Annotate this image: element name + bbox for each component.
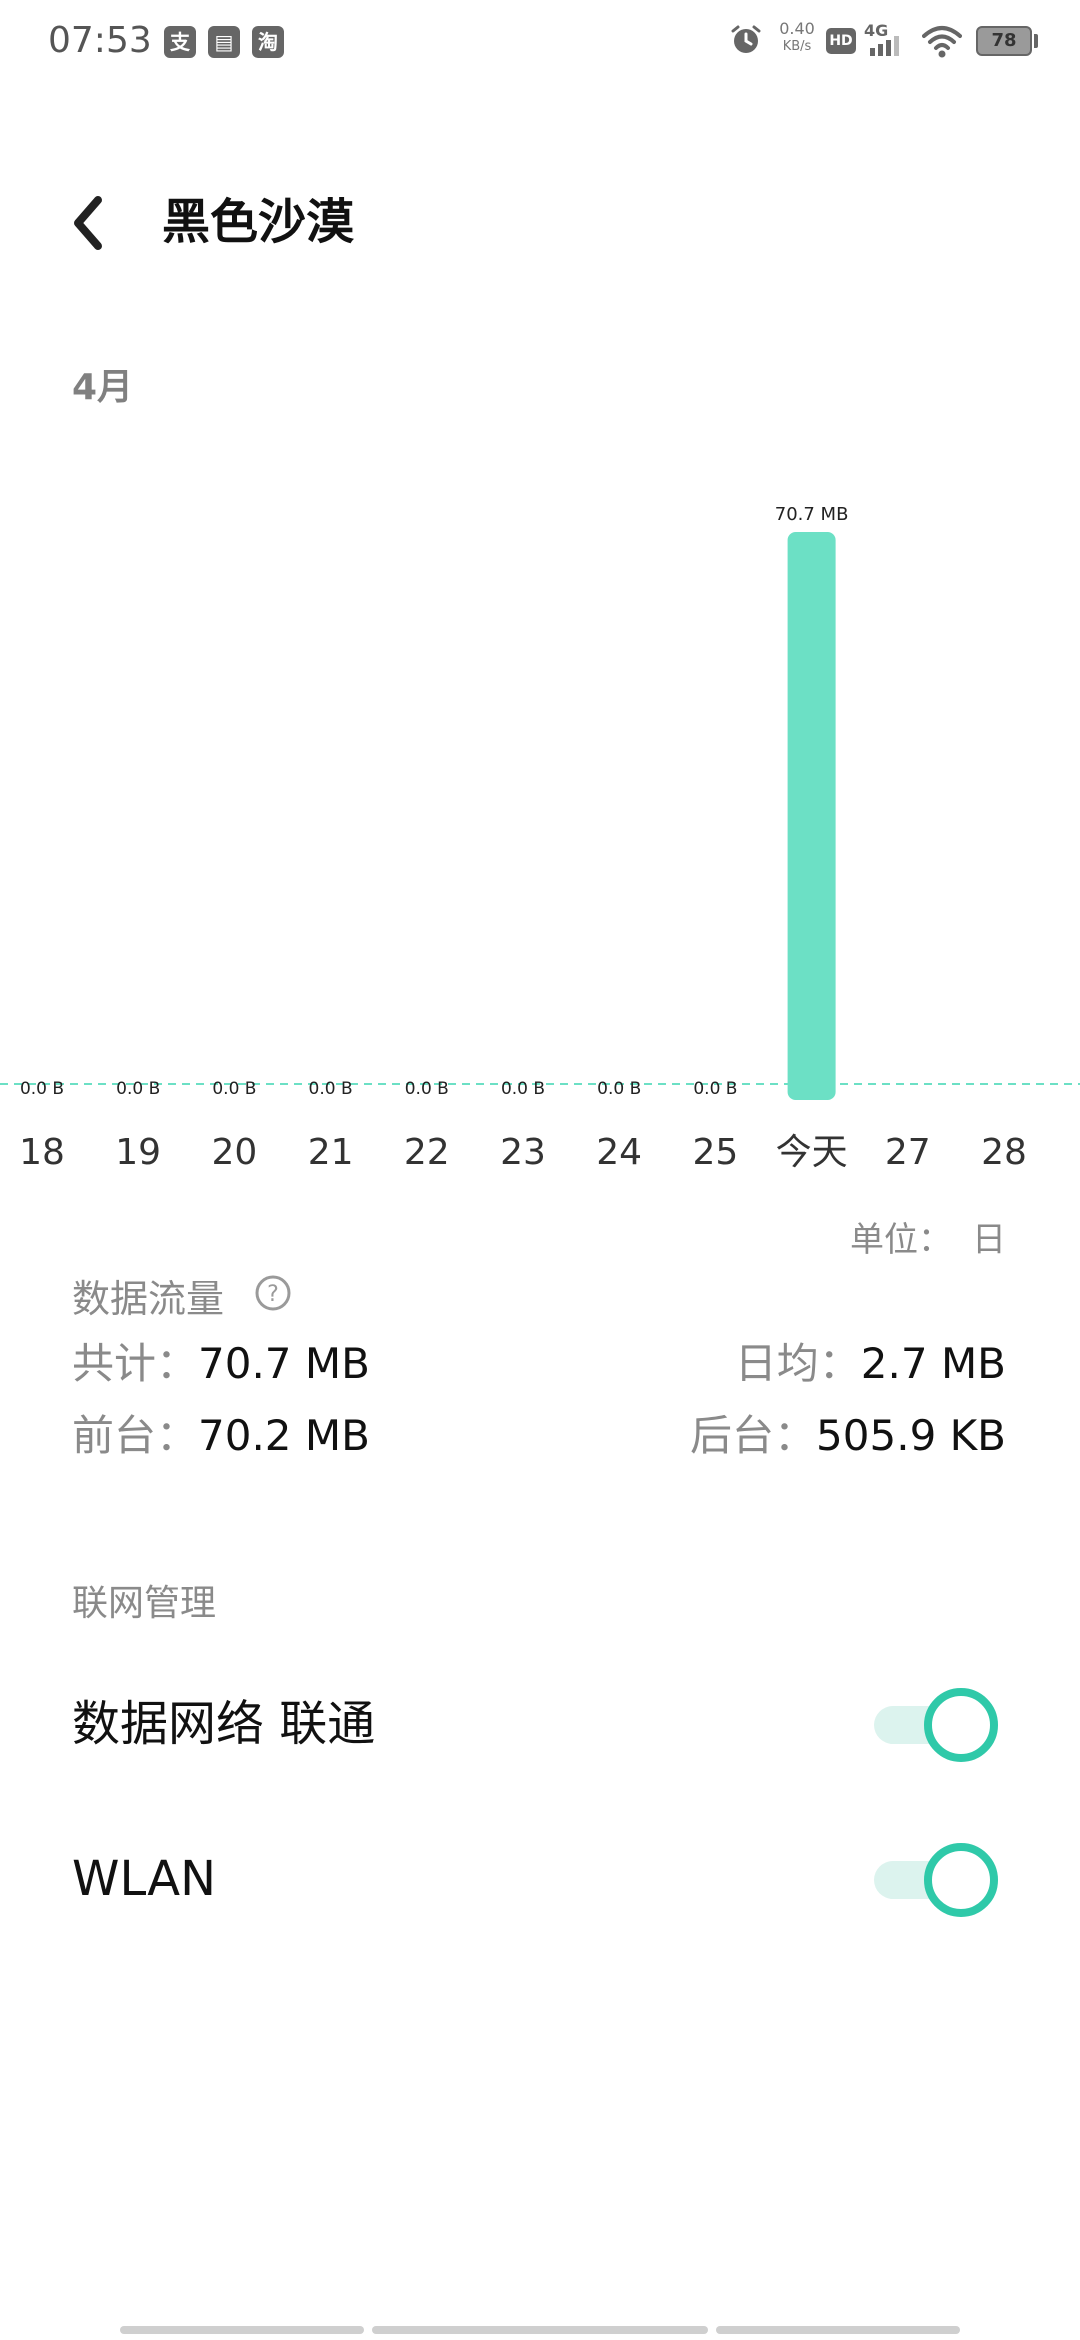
background-usage-label: 后台： <box>690 1411 817 1460</box>
alipay-icon: 支 <box>164 26 196 58</box>
nav-indicator-right <box>716 2326 960 2334</box>
help-icon[interactable]: ? <box>254 1274 292 1312</box>
wlan-label: WLAN <box>72 1851 217 1907</box>
daily-average-usage: 日均：2.7 MB <box>735 1336 1006 1392</box>
chart-value-label: 70.7 MB <box>775 504 849 525</box>
chart-x-tick-label[interactable]: 21 <box>308 1132 354 1173</box>
chart-bar[interactable] <box>787 532 836 1100</box>
mobile-data-toggle[interactable] <box>874 1688 998 1762</box>
chart-x-tick-label[interactable]: 18 <box>19 1132 65 1173</box>
chart-value-label: 0.0 B <box>501 1079 545 1099</box>
mobile-data-label: 数据网络 联通 <box>72 1696 376 1752</box>
card-icon: ▤ <box>208 26 240 58</box>
unit-value: 日 <box>972 1220 1006 1260</box>
toggle-knob <box>924 1688 998 1762</box>
network-management-title: 联网管理 <box>72 1583 217 1624</box>
chart-value-label: 0.0 B <box>212 1079 256 1099</box>
chart-value-label: 0.0 B <box>693 1079 737 1099</box>
chart-x-tick-label[interactable]: 27 <box>885 1132 931 1173</box>
background-usage-value: 505.9 KB <box>816 1411 1006 1460</box>
signal-icon: 4G <box>864 22 899 56</box>
chart-value-label: 0.0 B <box>597 1079 641 1099</box>
chart-x-tick-label[interactable]: 今天 <box>776 1132 848 1173</box>
chart-x-tick-label[interactable]: 24 <box>596 1132 642 1173</box>
unit-row: 单位： 日 <box>850 1212 1006 1261</box>
chart-value-label: 0.0 B <box>116 1079 160 1099</box>
chart-x-tick-label[interactable]: 19 <box>115 1132 161 1173</box>
battery-tip <box>1034 34 1038 48</box>
wlan-toggle[interactable] <box>874 1843 998 1917</box>
chart-x-tick-label[interactable]: 23 <box>500 1132 546 1173</box>
chart-x-tick-label[interactable]: 25 <box>692 1132 738 1173</box>
wlan-setting: WLAN <box>0 1805 1080 1955</box>
nav-indicator-center[interactable] <box>372 2326 708 2334</box>
daily-average-label: 日均： <box>734 1339 861 1388</box>
daily-average-value: 2.7 MB <box>860 1339 1006 1388</box>
network-speed: 0.40 KB/s <box>772 20 822 56</box>
hd-icon: HD <box>826 28 856 54</box>
foreground-usage-value: 70.2 MB <box>198 1411 370 1460</box>
back-arrow-icon <box>74 196 102 250</box>
mobile-data-setting: 数据网络 联通 <box>0 1650 1080 1800</box>
foreground-usage: 前台：70.2 MB <box>72 1408 370 1464</box>
nav-indicator-left <box>120 2326 364 2334</box>
toggle-knob <box>924 1843 998 1917</box>
network-speed-value: 0.40 <box>779 19 815 38</box>
status-bar: 07:53 支 ▤ 淘 0.40 KB/s HD 4G 78 <box>0 0 1080 84</box>
month-label: 4月 <box>72 367 134 408</box>
status-time: 07:53 <box>48 20 152 61</box>
data-flow-title: 数据流量 <box>72 1277 225 1321</box>
unit-label: 单位： <box>850 1220 952 1260</box>
wifi-icon <box>922 26 962 58</box>
chart-x-tick-label[interactable]: 28 <box>981 1132 1027 1173</box>
network-speed-unit: KB/s <box>782 39 812 54</box>
total-usage: 共计：70.7 MB <box>72 1336 370 1392</box>
alarm-icon <box>731 25 761 53</box>
chart-x-tick-label[interactable]: 22 <box>404 1132 450 1173</box>
daily-usage-chart: 0.0 B 18 0.0 B 19 0.0 B 20 0.0 B 21 0.0 B 22 0.0 B… <box>0 504 1080 1173</box>
svg-text:?: ? <box>267 1282 279 1307</box>
total-usage-value: 70.7 MB <box>198 1339 370 1388</box>
network-type-label: 4G <box>864 22 888 40</box>
battery-icon: 78 <box>976 26 1032 56</box>
chart-x-tick-label[interactable]: 20 <box>211 1132 257 1173</box>
background-usage: 后台：505.9 KB <box>690 1408 1006 1464</box>
chart-value-label: 0.0 B <box>405 1079 449 1099</box>
chart-value-label: 0.0 B <box>309 1079 353 1099</box>
foreground-usage-label: 前台： <box>72 1411 199 1460</box>
page-title: 黑色沙漠 <box>162 194 355 250</box>
total-usage-label: 共计： <box>72 1339 199 1388</box>
back-button[interactable] <box>56 188 120 258</box>
taobao-icon: 淘 <box>252 26 284 58</box>
chart-value-label: 0.0 B <box>20 1079 64 1099</box>
